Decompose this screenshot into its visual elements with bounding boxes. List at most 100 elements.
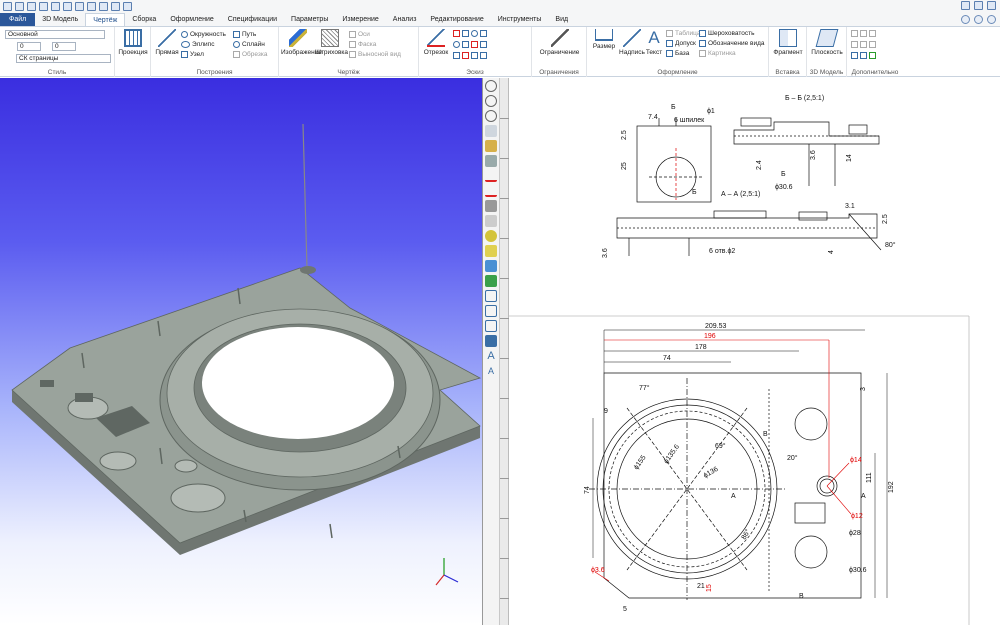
layers-icon[interactable] [485,305,497,317]
check-icon[interactable] [485,185,497,197]
table-button[interactable]: Таблица [666,30,701,37]
help-icon[interactable] [961,15,970,24]
fragment-button[interactable]: Фрагмент [771,29,805,56]
rotate-icon[interactable] [485,140,497,152]
window-max-icon[interactable] [974,1,983,10]
tab-edit[interactable]: Редактирование [423,13,490,26]
paint-icon[interactable] [485,275,497,287]
model-3d-viewport[interactable] [0,78,483,625]
print-icon[interactable] [75,2,84,11]
picture-button[interactable]: Картинка [699,50,736,57]
node-button[interactable]: Узел [181,51,204,58]
measure-icon[interactable] [485,200,497,212]
chamfer-button[interactable]: Фаска [349,41,376,48]
window-min-icon[interactable] [961,1,970,10]
view-cube-icon[interactable] [485,215,497,227]
leader-view-button[interactable]: Выносной вид [349,51,401,58]
check-icon[interactable] [485,170,497,182]
base-button[interactable]: База [666,50,689,57]
tab-measure[interactable]: Измерение [335,13,385,26]
tolerance-button[interactable]: Допуск [666,40,696,47]
text-button[interactable]: A Текст [644,29,664,57]
arrow-icon[interactable] [485,320,497,332]
tab-file[interactable]: Файл [0,13,36,26]
sketch-rect-icon[interactable] [453,30,489,37]
render-icon[interactable] [485,230,497,242]
axes-button[interactable]: Оси [349,31,370,38]
image-button[interactable]: Изображение [281,29,322,56]
color-icon[interactable] [485,245,497,257]
dimension-button[interactable]: Размер [590,29,618,50]
round-hatch-2 [99,451,137,471]
model3d-group: Плоскость 3D Модель [807,27,847,77]
projection-button[interactable]: Проекция [118,29,148,56]
dim-209-53: 209.53 [705,323,727,330]
tab-3d-model[interactable]: 3D Модель [35,13,85,26]
ellipse-button[interactable]: Эллипс [181,41,214,48]
open-icon[interactable] [39,2,48,11]
filter-icon[interactable] [123,2,132,11]
leader-view-icon [349,51,356,58]
caption-button[interactable]: Надпись [618,29,646,56]
orient-icon[interactable] [485,155,497,167]
sketch-arc-icon[interactable] [453,41,489,48]
tab-specs[interactable]: Спецификации [221,13,284,26]
tab-params[interactable]: Параметры [284,13,335,26]
pan-icon[interactable] [485,125,497,137]
select-icon[interactable] [111,2,120,11]
constraint-button[interactable]: Ограничение [535,29,584,56]
layer-select[interactable]: Основной [5,30,105,39]
value2-field[interactable]: 0 [52,42,76,51]
menu-icon[interactable] [3,2,12,11]
zoom-fit-icon[interactable] [485,80,497,92]
roughness-button[interactable]: Шероховатость [699,30,755,37]
redo-icon[interactable] [99,2,108,11]
image-icon [289,29,307,47]
offset-button[interactable]: Обрезка [233,51,267,58]
tab-analysis[interactable]: Анализ [386,13,424,26]
mark-a-right: A [861,493,866,500]
new-file-icon[interactable] [15,2,24,11]
extra-tools-1-icon[interactable] [851,30,878,37]
drawing-sheet[interactable]: Б ϕ1 6 шпилек 7.4 2.5 25 Б Б – Б (2,5:1)… [509,78,1000,625]
hatch-button[interactable]: Штриховка [315,29,348,56]
tab-tools[interactable]: Инструменты [491,13,549,26]
window-close-icon[interactable] [987,1,996,10]
dim-86: 86° [740,528,752,541]
tab-drawing[interactable]: Чертёж [85,13,126,26]
value1-field[interactable]: 0 [17,42,41,51]
undo-icon[interactable] [87,2,96,11]
sketch-point-icon[interactable] [453,52,489,59]
label-b-mid: Б [781,171,786,178]
tab-view[interactable]: Вид [548,13,575,26]
pencil-icon[interactable] [485,260,497,272]
text-a-small-icon[interactable]: A [485,365,497,377]
spline-button[interactable]: Сплайн [233,41,265,48]
model-icon[interactable] [27,2,36,11]
settings-icon[interactable] [974,15,983,24]
view-mark-button[interactable]: Обозначение вида [699,40,765,47]
save-icon[interactable] [51,2,60,11]
extra-tools-2-icon[interactable] [851,41,878,48]
round-hatch-4 [174,459,198,473]
vertical-ruler[interactable] [500,78,509,625]
tab-design[interactable]: Оформление [163,13,220,26]
zoom-in-icon[interactable] [485,95,497,107]
plan-view [589,372,862,600]
extra-group: Дополнительно [847,27,903,77]
segment-button[interactable]: Отрезок [421,29,451,56]
zoom-out-icon[interactable] [485,110,497,122]
circle-button[interactable]: Окружность [181,31,226,38]
extra-tools-3-icon[interactable] [851,52,878,59]
path-button[interactable]: Путь [233,31,256,38]
plane-button[interactable]: Плоскость [809,29,845,56]
text-a-icon[interactable]: A [485,350,497,362]
save-all-icon[interactable] [63,2,72,11]
tab-assembly[interactable]: Сборка [125,13,163,26]
line-button[interactable]: Прямая [153,29,181,56]
section-icon[interactable] [485,290,497,302]
profile-icon[interactable] [987,15,996,24]
dim-25b: 25 [621,162,628,170]
stack-icon[interactable] [485,335,497,347]
cs-select[interactable]: СК страницы [16,54,111,63]
